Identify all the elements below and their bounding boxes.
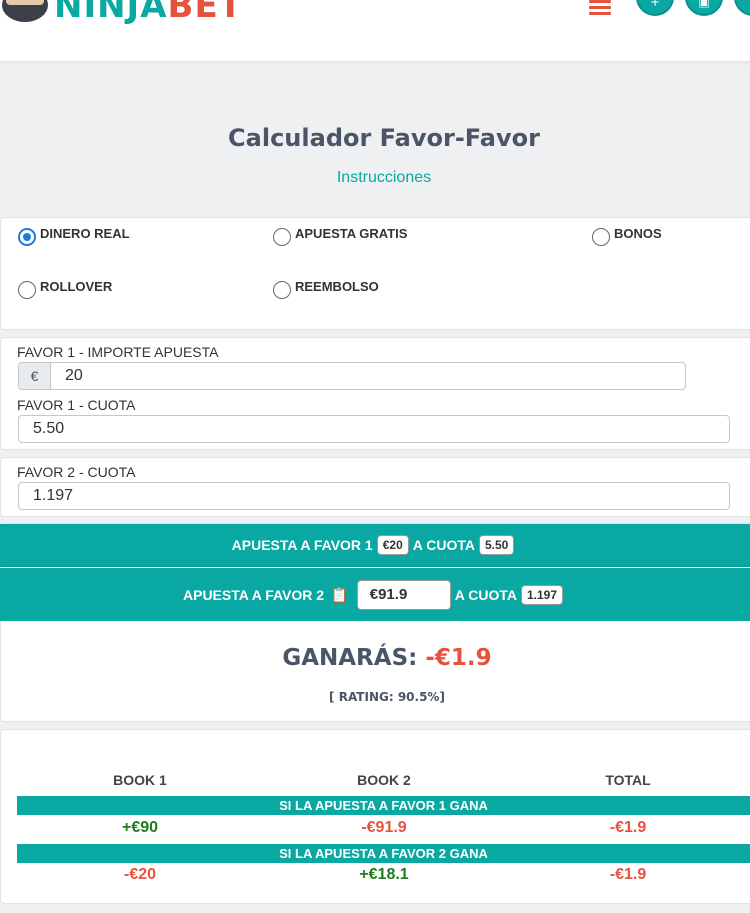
radio-circle[interactable] <box>273 228 291 246</box>
hamburger-icon[interactable] <box>589 0 611 16</box>
scenario-favor2-row: SI LA APUESTA A FAVOR 2 GANA <box>17 844 750 863</box>
radio-circle[interactable] <box>18 281 36 299</box>
radio-label: REEMBOLSO <box>295 279 379 294</box>
radio-dinero-real[interactable]: DINERO REAL <box>18 226 130 246</box>
save-icon[interactable]: ▣ <box>685 0 723 16</box>
scenario-favor1-row: SI LA APUESTA A FAVOR 1 GANA <box>17 796 750 815</box>
favor1-stake-label: FAVOR 1 - IMPORTE APUESTA <box>17 344 219 360</box>
logo-text: NINJABET <box>54 0 243 26</box>
favor2-stake-field[interactable]: €91.9 <box>356 579 451 610</box>
radio-reembolso[interactable]: REEMBOLSO <box>273 279 379 299</box>
table-cell-total: -€1.9 <box>609 819 647 836</box>
profit-value: -€1.9 <box>425 645 492 671</box>
table-cell-book1: -€20 <box>123 866 157 883</box>
favor1-stake-input[interactable]: 20 <box>50 362 686 390</box>
ninja-mascot-icon <box>0 0 52 26</box>
favor1-stake-pill: €20 <box>376 535 409 555</box>
favor1-odds-label: FAVOR 1 - CUOTA <box>17 397 136 413</box>
bet-type-card: DINERO REAL APUESTA GRATIS BONOS ROLLOVE… <box>0 217 750 330</box>
favor2-odds-label: FAVOR 2 - CUOTA <box>17 464 136 480</box>
favor2-odds-input[interactable]: 1.197 <box>18 482 730 510</box>
favor1-summary-mid: A CUOTA <box>412 537 475 553</box>
radio-circle[interactable] <box>592 228 610 246</box>
user-icon[interactable] <box>734 0 750 16</box>
column-header-total: TOTAL <box>605 772 651 788</box>
radio-bonos[interactable]: BONOS <box>592 226 662 246</box>
column-header-book2: BOOK 2 <box>357 772 411 788</box>
favor1-summary-prefix: APUESTA A FAVOR 1 <box>231 537 373 553</box>
profit-summary: GANARÁS: -€1.9 <box>0 645 750 671</box>
plus-icon[interactable]: + <box>636 0 674 16</box>
favor1-bet-summary: APUESTA A FAVOR 1 €20 A CUOTA 5.50 <box>0 524 750 567</box>
radio-circle[interactable] <box>273 281 291 299</box>
radio-label: ROLLOVER <box>40 279 113 294</box>
radio-label: DINERO REAL <box>40 226 130 241</box>
radio-label: BONOS <box>614 226 662 241</box>
instructions-link[interactable]: Instrucciones <box>0 169 750 187</box>
favor2-summary-prefix: APUESTA A FAVOR 2 <box>183 586 325 603</box>
favor1-odds-pill: 5.50 <box>478 535 515 555</box>
table-cell-book1: +€90 <box>121 819 159 836</box>
favor2-summary-mid: A CUOTA <box>454 586 517 603</box>
page-title: Calculador Favor-Favor <box>228 124 540 152</box>
clipboard-icon[interactable]: 📋 <box>330 586 349 604</box>
rating-text: [ RATING: 90.5%] <box>329 690 445 704</box>
radio-rollover[interactable]: ROLLOVER <box>18 279 112 299</box>
radio-apuesta-gratis[interactable]: APUESTA GRATIS <box>273 226 407 246</box>
radio-circle[interactable] <box>18 228 36 246</box>
table-cell-total: -€1.9 <box>609 866 647 883</box>
table-cell-book2: -€91.9 <box>361 819 407 836</box>
favor1-odds-input[interactable]: 5.50 <box>18 415 730 443</box>
currency-addon: € <box>18 362 50 390</box>
column-header-book1: BOOK 1 <box>113 772 167 788</box>
ninjabet-logo[interactable]: NINJABET <box>0 0 243 26</box>
top-header: NINJABET + ▣ <box>0 0 750 62</box>
radio-label: APUESTA GRATIS <box>295 226 408 241</box>
profit-label: GANARÁS: <box>282 645 418 671</box>
table-cell-book2: +€18.1 <box>359 866 409 883</box>
favor2-bet-summary: APUESTA A FAVOR 2 📋 €91.9 A CUOTA 1.197 <box>0 568 750 621</box>
favor2-odds-pill: 1.197 <box>520 584 563 605</box>
